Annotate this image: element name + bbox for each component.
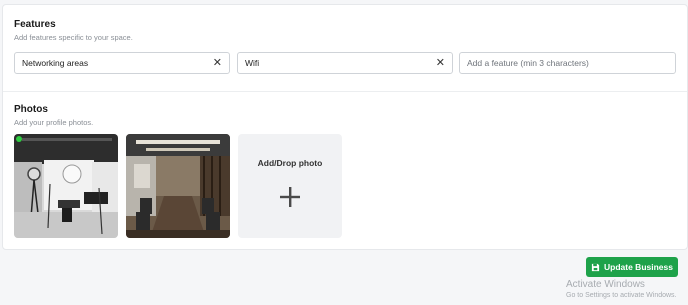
photo-studio-image [14,134,118,238]
section-divider [3,91,687,92]
photo-thumbnail[interactable] [14,134,118,238]
feature-tag-label: Wifi [245,58,260,68]
feature-tag-label: Networking areas [22,58,89,68]
conference-room-image [126,134,230,238]
save-icon [591,263,600,271]
business-form-card: Features Add features specific to your s… [2,4,688,250]
photos-subtitle: Add your profile photos. [14,118,94,127]
features-subtitle: Add features specific to your space. [14,33,133,42]
features-title: Features [14,19,56,30]
remove-feature-icon[interactable]: ✕ [436,57,445,69]
primary-photo-indicator [16,136,22,142]
photo-thumbnail[interactable] [126,134,230,238]
add-feature-input[interactable] [467,58,668,68]
remove-feature-icon[interactable]: ✕ [213,57,222,69]
photos-title: Photos [14,104,48,115]
activate-windows-subtitle: Go to Settings to activate Windows. [566,292,677,299]
add-photo-label: Add/Drop photo [257,158,323,168]
add-photo-dropzone[interactable]: Add/Drop photo [238,134,342,238]
plus-icon [280,187,300,207]
feature-tag: Networking areas ✕ [14,52,230,74]
update-business-label: Update Business [604,262,673,272]
feature-tag: Wifi ✕ [237,52,453,74]
activate-windows-title: Activate Windows [566,279,645,290]
add-feature-field[interactable] [459,52,676,74]
update-business-button[interactable]: Update Business [586,257,678,277]
